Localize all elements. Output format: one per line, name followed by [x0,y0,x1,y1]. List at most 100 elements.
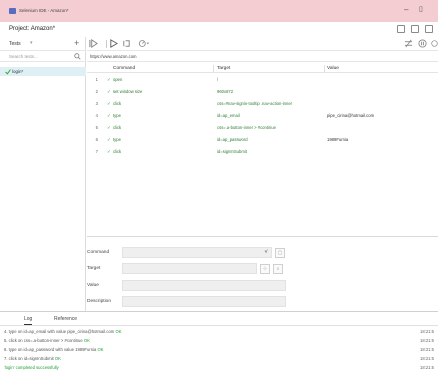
selenium-icon [9,8,16,14]
row-value: 1989Furnia [327,137,349,142]
command-toggle-icon[interactable]: / [262,248,272,258]
base-url-bar[interactable]: https://www.amazon.com [87,51,438,62]
editor-toolbar [87,37,438,51]
open-project-icon[interactable] [411,25,419,33]
row-number: 4 [95,113,98,118]
log-entry: 7. click on id=signInSubmit OK 18:21:5 [0,354,438,363]
project-name[interactable]: Amazon* [31,26,55,32]
row-command: type [113,137,121,142]
project-label: Project: [9,26,30,32]
check-icon: ✓ [107,137,111,142]
test-speed-icon[interactable] [138,39,150,48]
row-number: 5 [95,125,98,130]
table-row[interactable]: 7 ✓ click id=signInSubmit [87,146,438,158]
log-entry: 5. click on css=.a-button-inner > #conti… [0,336,438,345]
new-project-icon[interactable] [397,25,405,33]
table-row[interactable]: 1 ✓ open / [87,74,438,86]
tests-dropdown[interactable]: Tests ▾ + [0,37,86,51]
table-row[interactable]: 2 ✓ set window size 960x872 [87,86,438,98]
disable-breakpoints-icon[interactable] [404,39,413,48]
toolbar-divider [106,40,107,48]
command-select[interactable]: ▾ [122,247,272,258]
row-number: 7 [95,149,98,154]
find-target-icon[interactable]: ⌕ [273,264,283,274]
add-test-button[interactable]: + [74,38,79,48]
tests-sidebar: Tests ▾ + Search tests... login* [0,37,86,311]
value-input[interactable] [122,280,286,291]
tab-log[interactable]: Log [24,316,33,325]
table-row[interactable]: 4 ✓ type id=ap_email pipe_cirina@hotmail… [87,110,438,122]
row-number: 1 [95,77,98,82]
check-icon: ✓ [107,101,111,106]
log-entry: 4. type on id=ap_email with value pipe_c… [0,327,438,336]
select-target-icon[interactable]: ⊹ [260,264,270,274]
project-bar: Project: Amazon* [0,22,438,37]
command-panel: Command ▾ / ▢ Target ⊹ ⌕ Value Descripti… [87,236,438,311]
record-icon[interactable] [431,39,438,48]
search-tests-placeholder: Search tests... [9,54,38,59]
target-input[interactable] [122,263,257,274]
row-target: 960x872 [217,89,234,94]
header-command: Command [113,66,136,71]
row-command: open [113,77,123,82]
row-command: click [113,101,122,106]
description-label: Description [87,299,111,304]
header-divider [213,65,214,72]
target-label: Target [87,266,101,271]
table-row[interactable]: 6 ✓ type id=ap_password 1989Furnia [87,134,438,146]
log-timestamp: 18:21:5 [420,356,434,361]
tests-dropdown-label: Tests [9,41,21,47]
log-timestamp: 18:21:5 [420,347,434,352]
table-row[interactable]: 5 ✓ click css=.a-button-inner > #continu… [87,122,438,134]
row-command: click [113,125,122,130]
row-command: set window size [113,89,143,94]
log-message: 7. click on id=signInSubmit OK [4,356,61,361]
row-target: id=signInSubmit [217,149,247,154]
table-header: Command Target Value [87,64,438,73]
base-url-input[interactable]: https://www.amazon.com [90,54,137,59]
window-title: Selenium IDE - Amazon* [19,8,69,13]
row-target: id=ap_email [217,113,240,118]
row-target: css=.a-button-inner > #continue [217,125,276,130]
value-label: Value [87,283,99,288]
tab-reference[interactable]: Reference [54,316,77,322]
log-entry: 6. type on id=ap_password with value 198… [0,345,438,354]
check-icon: ✓ [107,89,111,94]
row-command: click [113,149,122,154]
save-project-icon[interactable] [425,25,433,33]
chevron-down-icon: ▾ [30,40,33,46]
row-target: id=ap_password [217,137,248,142]
log-message: 4. type on id=ap_email with value pipe_c… [4,329,122,334]
run-current-test-icon[interactable] [109,39,118,48]
log-message: 6. type on id=ap_password with value 198… [4,347,104,352]
test-item-label: login* [12,69,24,74]
description-input[interactable] [122,296,286,307]
command-reference-icon[interactable]: ▢ [275,248,285,258]
row-target: / [217,77,219,82]
log-message: 5. click on css=.a-button-inner > #conti… [4,338,90,343]
pause-on-exceptions-icon[interactable] [418,39,427,48]
header-divider [324,65,325,72]
check-icon: ✓ [107,125,111,130]
log-message: 'login' completed successfully [4,365,59,370]
table-row[interactable]: 3 ✓ click css=#nav-signin-tooltip .nav-a… [87,98,438,110]
log-tabs: Log Reference [0,312,438,326]
check-icon: ✓ [107,149,111,154]
test-item-login[interactable]: login* [0,67,86,76]
check-icon [5,69,11,75]
row-number: 2 [95,89,98,94]
row-command: type [113,113,121,118]
minimize-icon[interactable]: – [404,5,408,14]
command-label: Command [87,250,110,255]
header-target: Target [217,66,231,71]
log-entry-success: 'login' completed successfully 18:21:5 [0,363,438,372]
log-timestamp: 18:21:5 [420,338,434,343]
project-title: Project: Amazon* [9,26,55,32]
step-over-icon[interactable] [122,39,131,48]
run-all-tests-icon[interactable] [89,39,98,48]
row-target: css=#nav-signin-tooltip .nav-action-inne… [217,101,293,106]
row-value: pipe_cirina@hotmail.com [327,113,375,118]
search-tests-field[interactable]: Search tests... [0,51,86,62]
maximize-icon[interactable]: ▯ [419,5,423,13]
row-number: 3 [95,101,98,106]
